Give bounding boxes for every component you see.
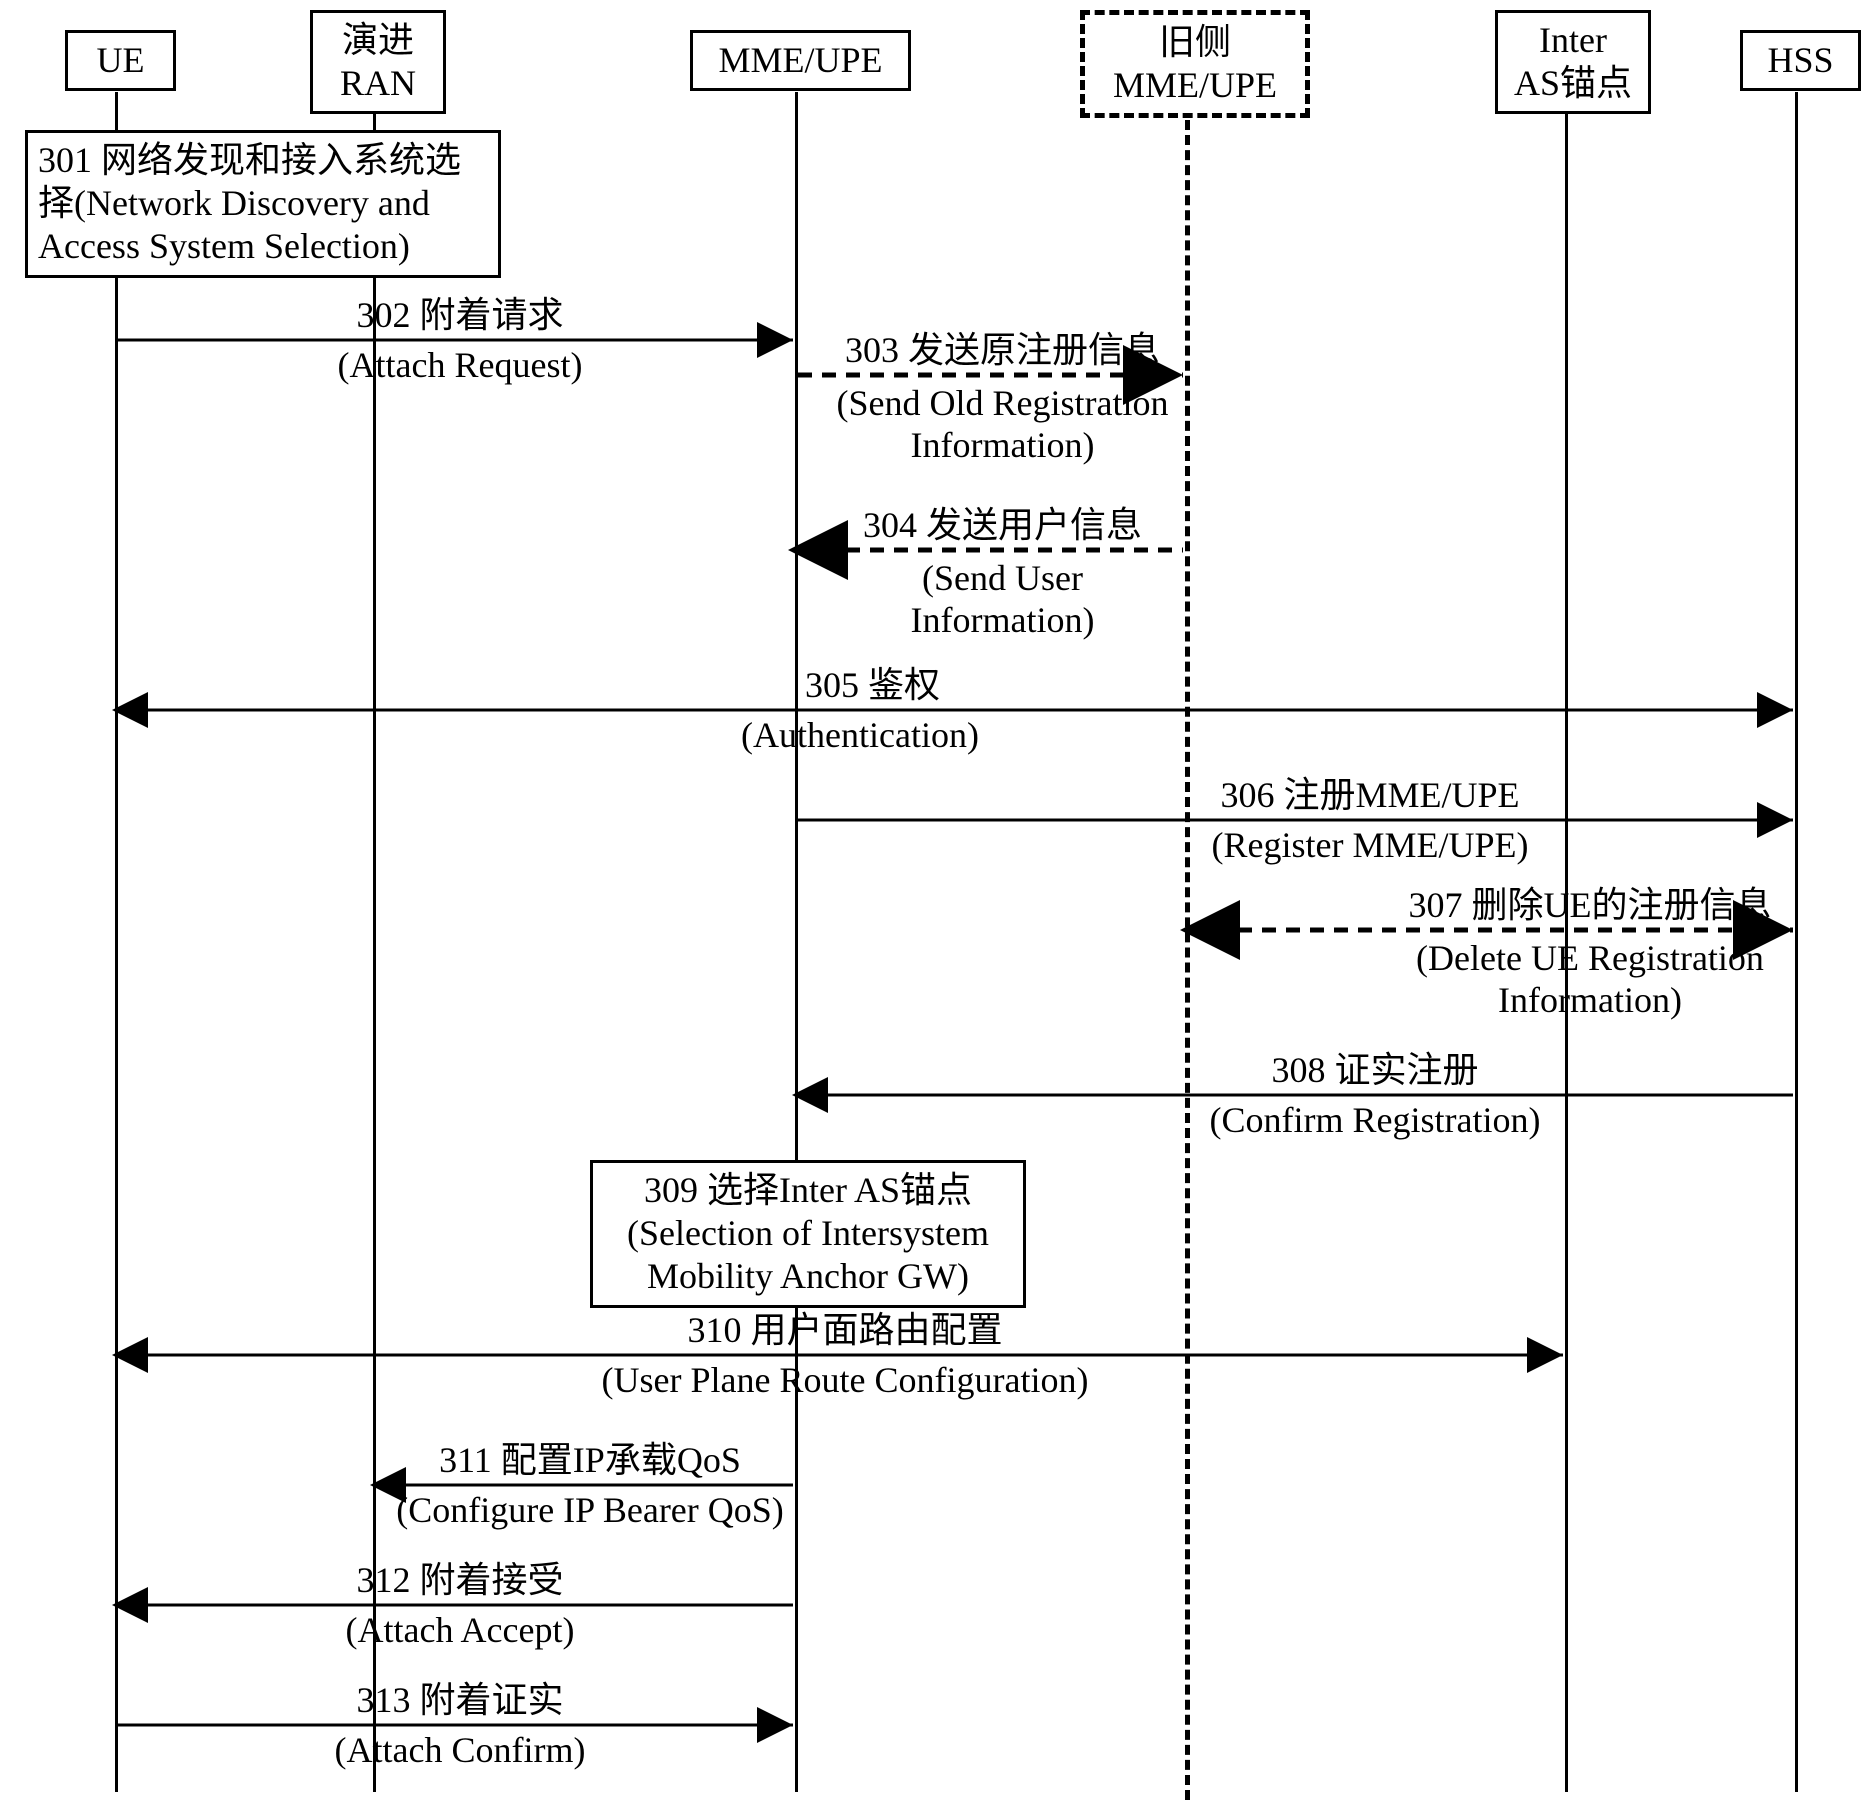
label-306b: (Register MME/UPE) [1160, 825, 1580, 866]
s311-l1: 311 配置IP承载QoS [439, 1440, 741, 1480]
label-308a: 308 证实注册 [1150, 1050, 1600, 1091]
s303-l3: Information) [911, 425, 1095, 465]
s310-l2: (User Plane Route Configuration) [602, 1360, 1089, 1400]
label-304a: 304 发送用户信息 [805, 505, 1200, 546]
sequence-diagram: UE 演进 RAN MME/UPE 旧侧 MME/UPE Inter AS锚点 … [10, 10, 1865, 1807]
s302-l1: 302 附着请求 [356, 295, 563, 335]
s304-l1: 304 发送用户信息 [863, 505, 1142, 545]
label-303b: (Send Old Registration [805, 383, 1200, 424]
label-310a: 310 用户面路由配置 [570, 1310, 1120, 1351]
s311-l2: (Configure IP Bearer QoS) [396, 1490, 784, 1530]
s307-l3: Information) [1498, 980, 1682, 1020]
s313-l2: (Attach Confirm) [335, 1730, 586, 1770]
s301-l2: 择(Network Discovery and [38, 183, 430, 223]
label-305b: (Authentication) [710, 715, 1010, 756]
s307-l1: 307 删除UE的注册信息 [1409, 885, 1772, 925]
label-310b: (User Plane Route Configuration) [570, 1360, 1120, 1401]
label-312a: 312 附着接受 [300, 1560, 620, 1601]
note-309: 309 选择Inter AS锚点 (Selection of Intersyst… [590, 1160, 1026, 1308]
s305-l2: (Authentication) [741, 715, 979, 755]
s310-l1: 310 用户面路由配置 [687, 1310, 1002, 1350]
s303-l1: 303 发送原注册信息 [845, 330, 1160, 370]
label-311a: 311 配置IP承载QoS [380, 1440, 800, 1481]
s308-l2: (Confirm Registration) [1210, 1100, 1541, 1140]
s302-l2: (Attach Request) [338, 345, 583, 385]
label-303c: Information) [805, 425, 1200, 466]
label-304b: (Send User [805, 558, 1200, 599]
s301-l1: 301 网络发现和接入系统选 [38, 140, 461, 180]
s309-l2: (Selection of Intersystem [627, 1213, 989, 1253]
label-311b: (Configure IP Bearer QoS) [380, 1490, 800, 1531]
s308-l1: 308 证实注册 [1271, 1050, 1478, 1090]
s309-l1: 309 选择Inter AS锚点 [644, 1170, 972, 1210]
s313-l1: 313 附着证实 [356, 1680, 563, 1720]
s306-l2: (Register MME/UPE) [1212, 825, 1529, 865]
label-313b: (Attach Confirm) [300, 1730, 620, 1771]
label-308b: (Confirm Registration) [1150, 1100, 1600, 1141]
s307-l2: (Delete UE Registration [1416, 938, 1764, 978]
s312-l2: (Attach Accept) [346, 1610, 575, 1650]
s306-l1: 306 注册MME/UPE [1220, 775, 1519, 815]
label-303a: 303 发送原注册信息 [805, 330, 1200, 371]
label-307a: 307 删除UE的注册信息 [1340, 885, 1840, 926]
label-312b: (Attach Accept) [300, 1610, 620, 1651]
s309-l3: Mobility Anchor GW) [647, 1256, 969, 1296]
s312-l1: 312 附着接受 [356, 1560, 563, 1600]
label-304c: Information) [805, 600, 1200, 641]
label-305a: 305 鉴权 [805, 665, 1105, 706]
label-307b: (Delete UE Registration [1340, 938, 1840, 979]
s304-l3: Information) [911, 600, 1095, 640]
label-306a: 306 注册MME/UPE [1160, 775, 1580, 816]
s301-l3: Access System Selection) [38, 226, 410, 266]
s303-l2: (Send Old Registration [837, 383, 1169, 423]
s305-l1: 305 鉴权 [805, 665, 940, 705]
label-313a: 313 附着证实 [300, 1680, 620, 1721]
s304-l2: (Send User [922, 558, 1083, 598]
note-301: 301 网络发现和接入系统选 择(Network Discovery and A… [25, 130, 501, 278]
label-302: 302 附着请求 [310, 295, 610, 336]
label-302b: (Attach Request) [310, 345, 610, 386]
label-307c: Information) [1340, 980, 1840, 1021]
